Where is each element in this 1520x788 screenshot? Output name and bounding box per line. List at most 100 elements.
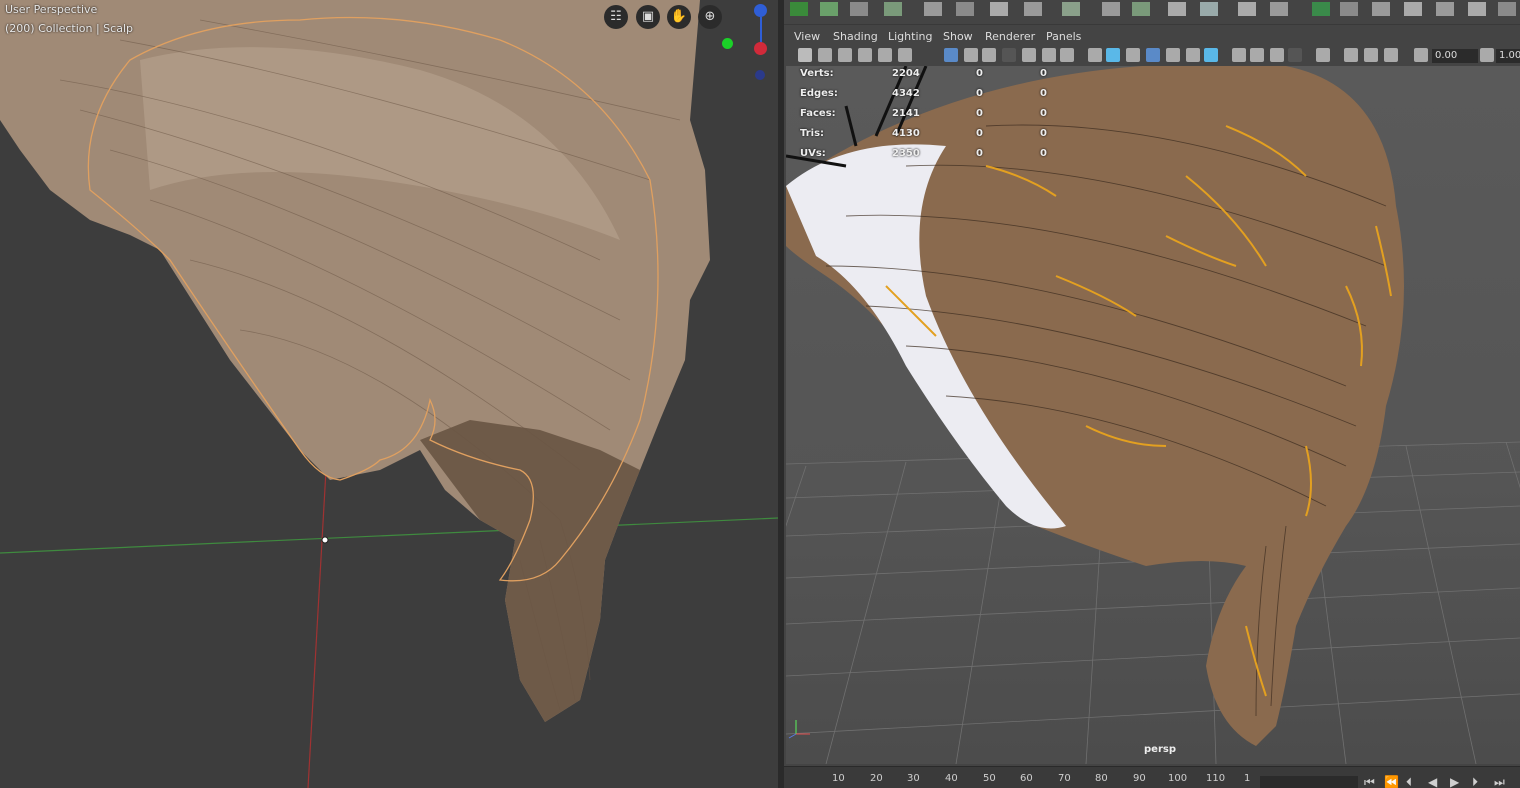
default-material-icon[interactable] — [1126, 48, 1140, 62]
shelf-tool-icon[interactable] — [924, 2, 942, 16]
gamma-icon[interactable] — [1480, 48, 1494, 62]
time-slider[interactable]: 10 20 30 40 50 60 70 80 90 100 110 1 ⏮ ⏪… — [784, 766, 1520, 788]
film-gate-icon[interactable] — [964, 48, 978, 62]
step-back-icon[interactable]: ⏪ — [1384, 775, 1399, 788]
safe-title-icon[interactable] — [1060, 48, 1074, 62]
menu-renderer[interactable]: Renderer — [985, 30, 1035, 43]
xray-joints-icon[interactable] — [1384, 48, 1398, 62]
gizmo-y-axis-icon[interactable] — [722, 38, 733, 49]
hud-uvs-selected: 0 — [976, 148, 983, 159]
toggle-camera-view-icon[interactable]: ☷ — [604, 5, 628, 29]
shelf-bar — [784, 0, 1520, 22]
menu-show[interactable]: Show — [943, 30, 973, 43]
shelf-tool-icon[interactable] — [990, 2, 1008, 16]
2d-pan-zoom-icon[interactable] — [878, 48, 892, 62]
shelf-tool-icon[interactable] — [1132, 2, 1150, 16]
blender-scene — [0, 0, 778, 788]
smooth-shade-icon[interactable] — [1106, 48, 1120, 62]
depth-of-field-icon[interactable] — [1288, 48, 1302, 62]
x-axis-line — [0, 517, 778, 554]
exposure-field[interactable]: 0.00 — [1432, 49, 1478, 63]
shelf-tool-icon[interactable] — [1062, 2, 1080, 16]
current-frame-field[interactable] — [1260, 776, 1358, 788]
menu-shading[interactable]: Shading — [833, 30, 878, 43]
shelf-tool-icon[interactable] — [1404, 2, 1422, 16]
grease-pencil-icon[interactable] — [898, 48, 912, 62]
shelf-tool-icon[interactable] — [790, 2, 808, 16]
shelf-tool-icon[interactable] — [1200, 2, 1218, 16]
shelf-tool-icon[interactable] — [1436, 2, 1454, 16]
zoom-icon[interactable]: ⊕ — [698, 5, 722, 29]
timeline-tick: 60 — [1020, 773, 1033, 784]
play-forwards-icon[interactable]: ▶ — [1450, 775, 1459, 788]
grid-icon[interactable] — [944, 48, 958, 62]
shelf-tool-icon[interactable] — [1024, 2, 1042, 16]
anti-aliasing-icon[interactable] — [1270, 48, 1284, 62]
camera-label: persp — [1144, 744, 1176, 755]
wireframe-on-shaded-icon[interactable] — [1146, 48, 1160, 62]
shadows-icon[interactable] — [1204, 48, 1218, 62]
step-forward-key-icon[interactable]: ⏵ — [1472, 775, 1478, 788]
play-backwards-icon[interactable]: ◀ — [1428, 775, 1437, 788]
shelf-tool-icon[interactable] — [1468, 2, 1486, 16]
gate-mask-icon[interactable] — [1002, 48, 1016, 62]
hud-uvs-label: UVs: — [800, 148, 826, 159]
gamma-field[interactable]: 1.00 — [1496, 49, 1520, 63]
menu-view[interactable]: View — [794, 30, 820, 43]
gizmo-negative-z-icon[interactable] — [755, 70, 765, 80]
go-to-start-icon[interactable]: ⏮ — [1364, 775, 1375, 788]
gizmo-z-axis-icon[interactable] — [754, 4, 767, 17]
hud-tris-extra: 0 — [1040, 128, 1047, 139]
blender-viewport[interactable]: User Perspective (200) Collection | Scal… — [0, 0, 778, 788]
go-to-end-icon[interactable]: ⏭ — [1494, 775, 1505, 788]
shelf-tool-icon[interactable] — [1238, 2, 1256, 16]
bookmark-icon[interactable] — [838, 48, 852, 62]
shelf-tool-icon[interactable] — [1312, 2, 1330, 16]
screen-space-ao-icon[interactable] — [1232, 48, 1246, 62]
shelf-tool-icon[interactable] — [1102, 2, 1120, 16]
hud-tris-selected: 0 — [976, 128, 983, 139]
shelf-tool-icon[interactable] — [956, 2, 974, 16]
gizmo-x-axis-icon[interactable] — [754, 42, 767, 55]
shelf-tool-icon[interactable] — [850, 2, 868, 16]
wireframe-icon[interactable] — [1088, 48, 1102, 62]
field-chart-icon[interactable] — [1022, 48, 1036, 62]
safe-action-icon[interactable] — [1042, 48, 1056, 62]
step-back-key-icon[interactable]: ⏴ — [1406, 775, 1412, 788]
view-axis-gizmo — [788, 720, 810, 739]
hud-verts-extra: 0 — [1040, 68, 1047, 79]
timeline-tick: 50 — [983, 773, 996, 784]
hud-faces-selected: 0 — [976, 108, 983, 119]
isolate-select-icon[interactable] — [1316, 48, 1330, 62]
timeline-tick: 80 — [1095, 773, 1108, 784]
menu-panels[interactable]: Panels — [1046, 30, 1081, 43]
camera-icon[interactable]: ▣ — [636, 5, 660, 29]
exposure-icon[interactable] — [1414, 48, 1428, 62]
shelf-tool-icon[interactable] — [1498, 2, 1516, 16]
hand-pan-icon[interactable]: ✋ — [667, 5, 691, 29]
shelf-tool-icon[interactable] — [820, 2, 838, 16]
use-all-lights-icon[interactable] — [1186, 48, 1200, 62]
hud-edges-label: Edges: — [800, 88, 838, 99]
view-name: User Perspective — [5, 3, 98, 16]
xray-icon[interactable] — [1344, 48, 1358, 62]
shelf-tool-icon[interactable] — [1168, 2, 1186, 16]
image-plane-icon[interactable] — [858, 48, 872, 62]
textured-icon[interactable] — [1166, 48, 1180, 62]
shelf-tool-icon[interactable] — [884, 2, 902, 16]
shelf-tool-icon[interactable] — [1340, 2, 1358, 16]
y-axis-line — [307, 469, 327, 788]
select-camera-icon[interactable] — [798, 48, 812, 62]
menu-lighting[interactable]: Lighting — [888, 30, 932, 43]
shelf-tool-icon[interactable] — [1372, 2, 1390, 16]
motion-blur-icon[interactable] — [1250, 48, 1264, 62]
timeline-tick: 30 — [907, 773, 920, 784]
maya-persp-viewport[interactable]: Verts: 2204 0 0 Edges: 4342 0 0 Faces: 2… — [786, 66, 1520, 764]
shelf-tool-icon[interactable] — [1270, 2, 1288, 16]
resolution-gate-icon[interactable] — [982, 48, 996, 62]
maya-scene — [786, 66, 1520, 764]
panel-menu-bar: View Shading Lighting Show Renderer Pane… — [784, 24, 1520, 47]
timeline-tick: 1 — [1244, 773, 1251, 784]
xray-active-icon[interactable] — [1364, 48, 1378, 62]
camera-attributes-icon[interactable] — [818, 48, 832, 62]
